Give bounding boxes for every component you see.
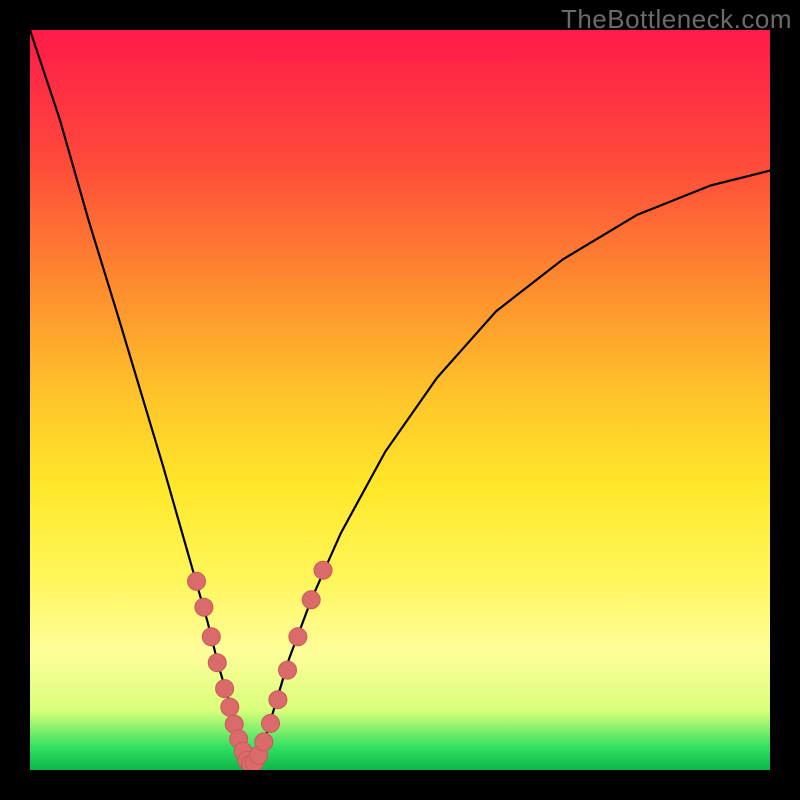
curve-marker: [279, 661, 297, 679]
curve-marker: [289, 628, 307, 646]
curve-marker: [188, 572, 206, 590]
curve-marker: [202, 628, 220, 646]
chart-plot-area: [30, 30, 770, 770]
curve-marker: [216, 680, 234, 698]
curve-marker: [195, 598, 213, 616]
chart-stage: TheBottleneck.com: [0, 0, 800, 800]
curve-marker: [221, 698, 239, 716]
curve-marker: [208, 654, 226, 672]
curve-marker: [269, 691, 287, 709]
curve-markers: [188, 561, 333, 770]
curve-marker: [262, 714, 280, 732]
chart-svg: [30, 30, 770, 770]
curve-marker: [314, 561, 332, 579]
curve-marker: [302, 591, 320, 609]
curve-marker: [255, 733, 273, 751]
bottleneck-curve: [30, 30, 770, 765]
